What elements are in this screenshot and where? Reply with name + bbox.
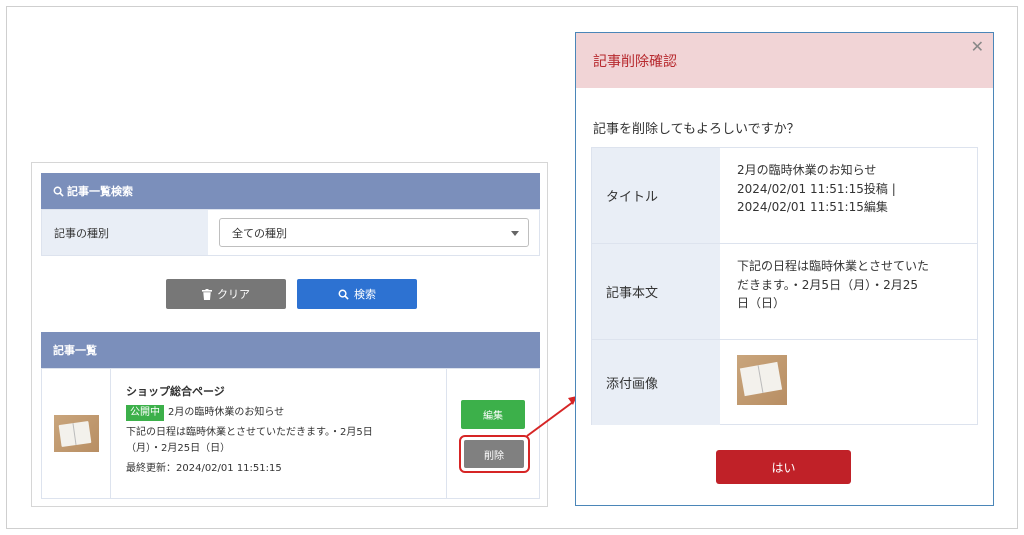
article-type-label: 記事の種別: [42, 210, 208, 255]
shop-name: ショップ総合ページ: [126, 385, 225, 398]
search-panel-header: 記事一覧検索: [41, 173, 540, 209]
article-admin-panel: 記事一覧検索 記事の種別 全ての種別 クリア 検索 記事一覧 ショップ総合ページ…: [31, 162, 548, 507]
article-body-line2: （月）・2月25日（日）: [126, 442, 231, 454]
table-row: 記事本文 下記の日程は臨時休業とさせていた だきます。・2月5日（月）・2月25…: [592, 244, 977, 340]
table-row: タイトル 2月の臨時休業のお知らせ 2024/02/01 11:51:15投稿 …: [592, 148, 977, 244]
close-icon[interactable]: ✕: [971, 37, 984, 56]
row-label-body: 記事本文: [592, 244, 720, 339]
attached-image: [737, 355, 787, 405]
modal-title: 記事削除確認: [593, 53, 677, 70]
row-value-posted: 2024/02/01 11:51:15投稿 |: [737, 181, 896, 196]
status-badge: 公開中: [126, 404, 164, 421]
trash-icon: [202, 288, 212, 300]
row-label-title: タイトル: [592, 148, 720, 243]
confirm-question: 記事を削除してもよろしいですか？: [593, 122, 800, 137]
search-panel-title: 記事一覧検索: [67, 185, 133, 198]
row-value-edited: 2024/02/01 11:51:15編集: [737, 200, 888, 215]
row-label-image: 添付画像: [592, 340, 720, 425]
chevron-down-icon: [511, 231, 519, 236]
article-title: 2月の臨時休業のお知らせ: [168, 406, 285, 418]
article-info: ショップ総合ページ 公開中 2月の臨時休業のお知らせ 下記の日程は臨時休業とさせ…: [126, 383, 446, 477]
article-thumbnail: [54, 415, 99, 452]
article-detail-table: タイトル 2月の臨時休業のお知らせ 2024/02/01 11:51:15投稿 …: [591, 147, 978, 425]
clear-button-label: クリア: [217, 288, 250, 301]
confirm-yes-button[interactable]: はい: [716, 450, 851, 484]
list-item: ショップ総合ページ 公開中 2月の臨時休業のお知らせ 下記の日程は臨時休業とさせ…: [41, 368, 540, 499]
search-icon: [53, 186, 64, 197]
modal-header: 記事削除確認: [576, 33, 993, 88]
row-value-title: 2月の臨時休業のお知らせ: [737, 163, 877, 177]
article-type-value: 全ての種別: [232, 226, 287, 240]
row-value-body-line2: だきます。・2月5日（月）・2月25: [737, 277, 918, 292]
search-button[interactable]: 検索: [297, 279, 417, 309]
search-button-label: 検索: [354, 288, 376, 301]
article-type-row: 記事の種別 全ての種別: [41, 209, 540, 256]
last-updated: 最終更新：2024/02/01 11:51:15: [126, 462, 282, 474]
clear-button[interactable]: クリア: [166, 279, 286, 309]
thumbnail-cell: [42, 369, 111, 498]
row-value-body-line1: 下記の日程は臨時休業とさせていた: [737, 259, 930, 273]
table-row: 添付画像: [592, 340, 977, 425]
article-body-line1: 下記の日程は臨時休業とさせていただきます。・2月5日: [126, 426, 373, 438]
delete-confirm-modal: 記事削除確認 ✕ 記事を削除してもよろしいですか？ タイトル 2月の臨時休業のお…: [575, 32, 994, 506]
article-type-select[interactable]: 全ての種別: [219, 218, 529, 247]
search-icon: [338, 289, 349, 300]
row-value-body-line3: 日（日）: [737, 296, 786, 311]
article-list-header: 記事一覧: [41, 332, 540, 368]
